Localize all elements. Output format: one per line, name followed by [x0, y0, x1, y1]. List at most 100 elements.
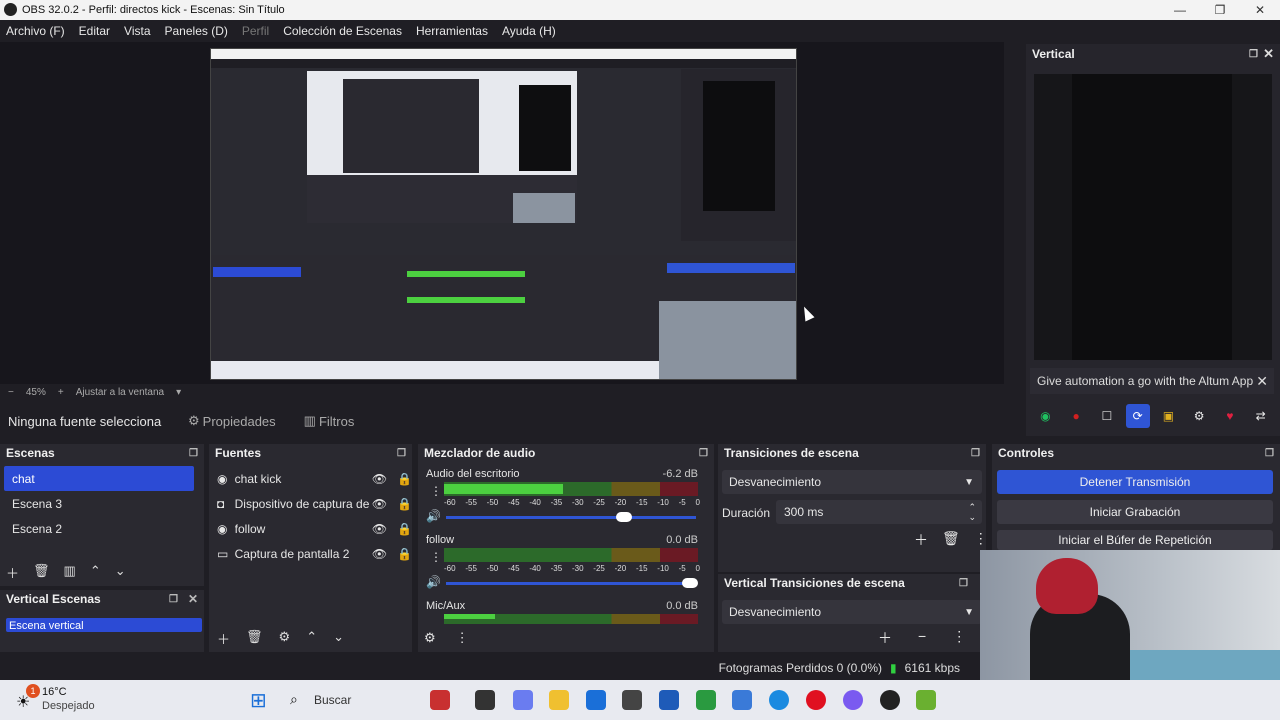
float-icon[interactable]: ❐ [189, 448, 198, 459]
lock-icon[interactable]: 🔒 [397, 497, 412, 511]
add-icon[interactable]: ＋ [878, 628, 892, 648]
menu-tools[interactable]: Herramientas [416, 24, 488, 38]
gear-icon[interactable]: ⚙ [1187, 404, 1211, 428]
maximize-icon[interactable]: ❐ [1200, 0, 1240, 20]
float-icon[interactable]: ❐ [1249, 49, 1258, 60]
screenshot-icon[interactable]: ▣ [1156, 404, 1180, 428]
obs-icon[interactable] [880, 690, 900, 710]
xbox-icon[interactable] [696, 690, 716, 710]
app-icon[interactable] [622, 690, 642, 710]
trash-icon[interactable]: 🗑 [942, 530, 960, 550]
start-recording-button[interactable]: Iniciar Grabación [997, 500, 1273, 524]
heart-icon[interactable]: ♥ [1218, 404, 1242, 428]
chevron-down-icon[interactable]: ⌄ [115, 563, 126, 582]
link-icon[interactable]: ⇄ [1249, 404, 1273, 428]
volume-slider[interactable] [446, 582, 696, 585]
trash-icon[interactable]: 🗑 [33, 563, 50, 582]
stream-icon[interactable]: ◉ [1033, 404, 1057, 428]
replay-icon[interactable]: ⟳ [1125, 404, 1150, 428]
more-icon[interactable]: ⋮ [456, 630, 469, 646]
add-icon[interactable]: ＋ [6, 563, 19, 582]
add-icon[interactable]: ＋ [217, 629, 230, 648]
more-icon[interactable]: ⋮ [952, 628, 966, 648]
weather-temp[interactable]: 16°C [42, 686, 67, 698]
gear-icon[interactable]: ⚙ [279, 629, 291, 648]
float-icon[interactable]: ❐ [959, 578, 968, 589]
app-icon[interactable] [659, 690, 679, 710]
opera-icon[interactable] [806, 690, 826, 710]
scene-item[interactable]: Escena 2 [4, 516, 194, 541]
close-icon[interactable]: ✕ [1256, 373, 1268, 390]
menu-file[interactable]: Archivo (F) [6, 24, 65, 38]
folder-icon[interactable] [549, 690, 569, 710]
float-icon[interactable]: ❐ [699, 448, 708, 459]
more-icon[interactable]: ⋮ [430, 484, 442, 498]
source-item[interactable]: ◉ follow 👁 🔒 [209, 516, 412, 541]
source-item[interactable]: ▭ Captura de pantalla 2 👁 🔒 [209, 541, 412, 566]
filters-button[interactable]: Filtros [319, 414, 354, 429]
volume-knob[interactable] [682, 578, 698, 588]
record-icon[interactable]: ● [1064, 404, 1088, 428]
gear-icon[interactable]: ⚙ [424, 630, 436, 646]
float-icon[interactable]: ❐ [397, 448, 406, 459]
copilot-icon[interactable] [513, 690, 533, 710]
scene-item[interactable]: chat [4, 466, 194, 491]
float-icon[interactable]: ❐ [971, 448, 980, 459]
eye-icon[interactable]: 👁 [372, 547, 387, 561]
weather-desc[interactable]: Despejado [42, 700, 95, 712]
zoom-in-button[interactable]: + [58, 387, 64, 398]
vertical-preview[interactable] [1034, 74, 1272, 360]
app-icon[interactable] [430, 690, 450, 710]
add-icon[interactable]: ＋ [914, 530, 928, 550]
virtual-cam-icon[interactable]: ☐ [1095, 404, 1119, 428]
properties-button[interactable]: Propiedades [203, 414, 276, 429]
scene-item[interactable]: Escena 3 [4, 491, 194, 516]
chevron-down-icon[interactable]: ⌄ [333, 629, 344, 648]
stop-stream-button[interactable]: Detener Transmisión [997, 470, 1273, 494]
weather-icon[interactable]: ☀ [16, 692, 30, 712]
eye-icon[interactable]: 👁 [372, 497, 387, 511]
transition-select[interactable]: Desvanecimiento ▼ [722, 470, 982, 494]
menu-help[interactable]: Ayuda (H) [502, 24, 556, 38]
close-icon[interactable]: ✕ [1263, 46, 1274, 62]
spinner-icon[interactable]: ⌃ ⌄ [968, 502, 976, 522]
zoom-out-button[interactable]: − [8, 387, 14, 398]
windows-start-icon[interactable]: ⊞ [250, 688, 267, 713]
menu-scene-collection[interactable]: Colección de Escenas [283, 24, 402, 38]
source-item[interactable]: ◘ Dispositivo de captura de 👁 🔒 [209, 491, 412, 516]
discord-icon[interactable] [843, 690, 863, 710]
float-icon[interactable]: ❐ [1265, 448, 1274, 459]
remove-icon[interactable]: − [918, 628, 926, 648]
menu-docks[interactable]: Paneles (D) [165, 24, 228, 38]
more-icon[interactable]: ⋮ [430, 550, 442, 564]
search-icon[interactable]: ⌕ [290, 691, 298, 708]
lock-icon[interactable]: 🔒 [397, 472, 412, 486]
vertical-transition-select[interactable]: Desvanecimiento ▼ [722, 600, 982, 624]
menu-view[interactable]: Vista [124, 24, 150, 38]
close-icon[interactable]: ✕ [188, 592, 198, 606]
float-icon[interactable]: ❐ [169, 594, 178, 605]
chevron-up-icon[interactable]: ⌃ [306, 629, 317, 648]
chevron-up-icon[interactable]: ⌃ [90, 563, 101, 582]
source-item[interactable]: ◉ chat kick 👁 🔒 [209, 466, 412, 491]
speaker-icon[interactable]: 🔊 [426, 509, 441, 523]
altum-banner[interactable]: Give automation a go with the Altum App … [1030, 368, 1274, 394]
duration-input[interactable]: 300 ms ⌃ ⌄ [776, 500, 982, 524]
lock-icon[interactable]: 🔒 [397, 522, 412, 536]
lock-icon[interactable]: 🔒 [397, 547, 412, 561]
app-icon[interactable] [916, 690, 936, 710]
minimize-icon[interactable]: — [1160, 0, 1200, 20]
eye-icon[interactable]: 👁 [372, 522, 387, 536]
menu-edit[interactable]: Editar [79, 24, 110, 38]
store-icon[interactable] [586, 690, 606, 710]
volume-slider[interactable] [446, 516, 696, 519]
close-icon[interactable]: ✕ [1240, 0, 1280, 20]
more-icon[interactable]: ⋮ [974, 530, 988, 550]
preview-canvas[interactable] [210, 48, 797, 380]
edge-icon[interactable] [769, 690, 789, 710]
filter-icon[interactable]: ▥ [64, 563, 76, 582]
vertical-scene-item[interactable]: Escena vertical [6, 618, 202, 632]
task-view-icon[interactable] [475, 690, 495, 710]
chevron-down-icon[interactable]: ▾ [176, 387, 181, 398]
menu-profile[interactable]: Perfil [242, 24, 269, 38]
